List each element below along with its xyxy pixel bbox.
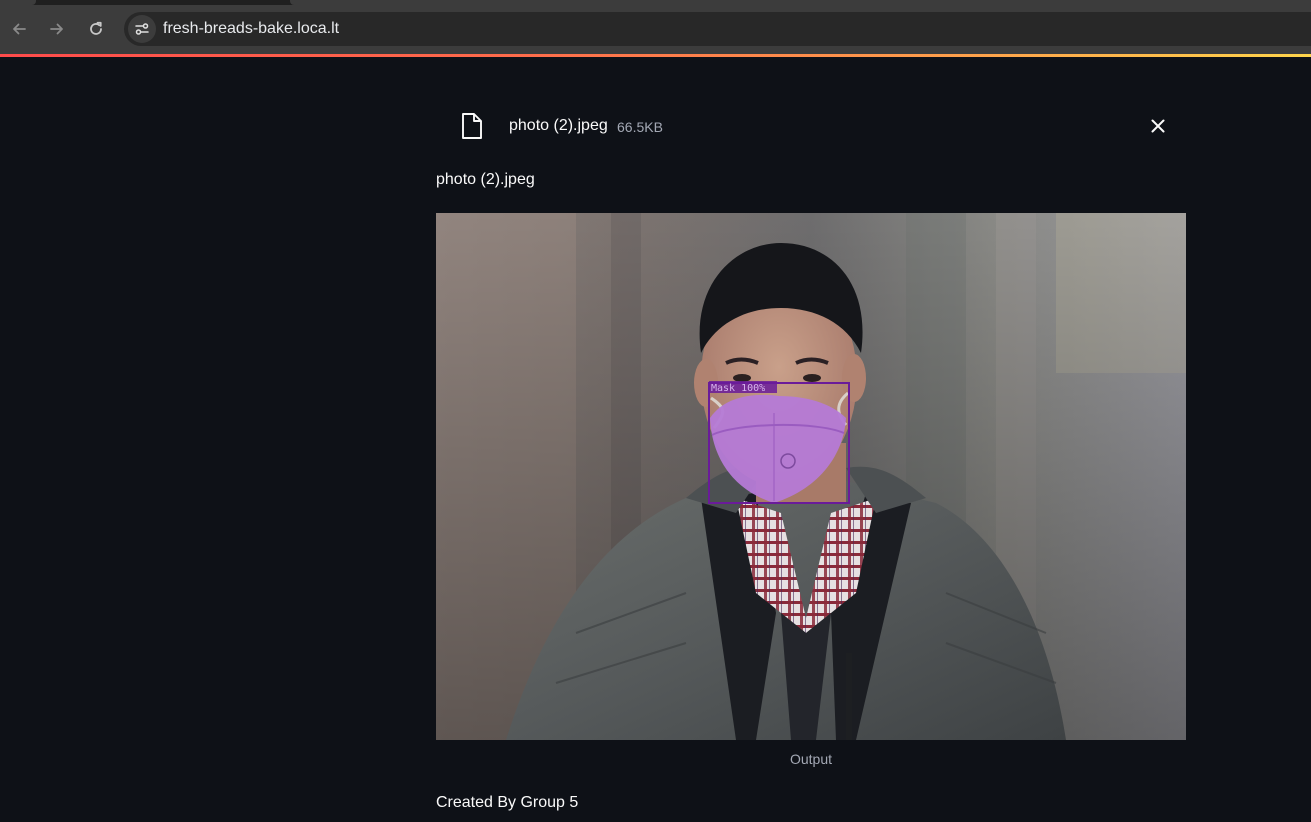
close-icon <box>1151 119 1165 133</box>
arrow-left-icon <box>13 23 26 35</box>
uploaded-file-size: 66.5KB <box>617 119 663 135</box>
browser-toolbar: fresh-breads-bake.loca.lt <box>0 5 1311 54</box>
site-info-button[interactable] <box>128 15 156 43</box>
output-image: Mask 100% <box>436 213 1186 740</box>
detection-label: Mask 100% <box>711 383 765 394</box>
footer-credit: Created By Group 5 <box>436 794 579 811</box>
reload-button[interactable] <box>81 14 111 44</box>
tune-icon <box>135 23 149 35</box>
reload-icon <box>90 21 102 35</box>
app-header-decoration <box>0 54 1311 57</box>
image-caption: Output <box>789 751 833 767</box>
uploaded-file-name: photo (2).jpeg <box>509 117 608 134</box>
back-button[interactable] <box>4 14 34 44</box>
remove-file-button[interactable] <box>1144 112 1172 140</box>
arrow-right-icon <box>50 23 63 35</box>
uploaded-file-row: photo (2).jpeg 66.5KB <box>436 104 1186 148</box>
address-bar[interactable]: fresh-breads-bake.loca.lt <box>124 12 1311 46</box>
image-title: photo (2).jpeg <box>436 171 535 188</box>
url-text[interactable]: fresh-breads-bake.loca.lt <box>163 12 339 46</box>
forward-button[interactable] <box>42 14 72 44</box>
detection-photo: Mask 100% <box>436 213 1186 740</box>
file-icon <box>462 113 482 139</box>
